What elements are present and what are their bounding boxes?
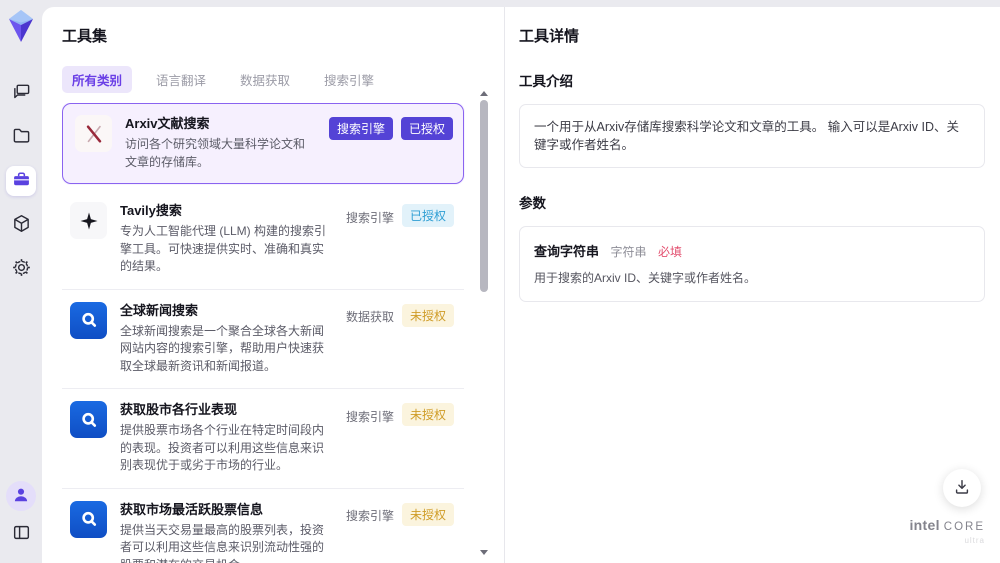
download-button[interactable] [943, 469, 981, 507]
scrollbar-thumb[interactable] [480, 100, 488, 292]
tool-card-stock-sector-performance[interactable]: 获取股市各行业表现 提供股票市场各个行业在特定时间段内的表现。投资者可以利用这些… [62, 389, 464, 489]
intel-core-logo: intel CORE ultra [909, 517, 985, 545]
tool-description: 访问各个研究领域大量科学论文和文章的存储库。 [125, 137, 306, 169]
category-badge: 搜索引擎 [328, 117, 393, 140]
sidebar-item-files[interactable] [6, 122, 36, 152]
core-brand-text: CORE [943, 521, 985, 533]
parameter-description: 用于搜索的Arxiv ID、关键字或作者姓名。 [534, 271, 757, 285]
sidebar-item-account[interactable] [6, 481, 36, 511]
intro-heading: 工具介绍 [519, 74, 573, 89]
tool-card-arxiv-search[interactable]: Arxiv文献搜索 访问各个研究领域大量科学论文和文章的存储库。 搜索引擎 已授… [62, 103, 464, 184]
category-label: 搜索引擎 [345, 409, 394, 424]
app-sidebar [0, 0, 42, 563]
tool-name: Arxiv文献搜索 [125, 116, 210, 131]
news-search-logo-icon [70, 301, 107, 339]
gear-icon [12, 258, 31, 280]
tool-description: 提供当天交易量最高的股票列表，投资者可以利用这些信息来识别流动性强的股票和潜在的… [120, 522, 325, 563]
tool-intro-box: 一个用于从Arxiv存储库搜索科学论文和文章的工具。 输入可以是Arxiv ID… [519, 104, 985, 168]
ultra-brand-text: ultra [964, 536, 985, 545]
tool-list: Arxiv文献搜索 访问各个研究领域大量科学论文和文章的存储库。 搜索引擎 已授… [62, 103, 504, 563]
folder-icon [12, 126, 31, 148]
sidebar-item-models[interactable] [6, 210, 36, 240]
tool-card-tavily-search[interactable]: Tavily搜索 专为人工智能代理 (LLM) 构建的搜索引擎工具。可快速提供实… [62, 190, 464, 290]
tab-data-fetch[interactable]: 数据获取 [230, 66, 300, 93]
list-scrollbar[interactable] [480, 91, 488, 555]
toolbox-icon [12, 170, 31, 192]
tool-name: 获取市场最活跃股票信息 [120, 501, 264, 517]
category-label: 数据获取 [345, 310, 394, 324]
download-icon [953, 478, 971, 499]
user-icon [12, 486, 30, 507]
tool-card-most-active-stocks[interactable]: 获取市场最活跃股票信息 提供当天交易量最高的股票列表，投资者可以利用这些信息来识… [62, 488, 464, 563]
auth-status-badge: 未授权 [401, 303, 454, 327]
sidebar-item-settings[interactable] [6, 254, 36, 284]
detail-title: 工具详情 [519, 28, 580, 45]
tool-list-panel: 工具集 所有类别 语言翻译 数据获取 搜索引擎 Arxiv文献搜索 访问各个研究… [42, 7, 504, 563]
auth-status-badge: 未授权 [401, 403, 454, 426]
tool-description: 提供股票市场各个行业在特定时间段内的表现。投资者可以利用这些信息来识别表现优于或… [120, 423, 325, 472]
intel-brand-text: intel [909, 517, 940, 533]
params-heading: 参数 [519, 196, 546, 211]
scroll-down-arrow-icon[interactable] [480, 550, 488, 555]
tab-search-engine[interactable]: 搜索引擎 [314, 66, 384, 93]
tool-name: Tavily搜索 [120, 203, 182, 218]
parameter-card: 查询字符串 字符串 必填 用于搜索的Arxiv ID、关键字或作者姓名。 [519, 226, 985, 302]
sidebar-item-panel-toggle[interactable] [6, 519, 36, 549]
parameter-type: 字符串 [610, 245, 647, 259]
page-title: 工具集 [62, 28, 108, 45]
app-logo-icon [5, 8, 37, 44]
tab-language-translation[interactable]: 语言翻译 [146, 66, 216, 93]
scroll-up-arrow-icon[interactable] [480, 91, 488, 96]
tool-detail-panel: 工具详情 工具介绍 一个用于从Arxiv存储库搜索科学论文和文章的工具。 输入可… [505, 7, 1000, 563]
tavily-star-icon [70, 202, 107, 239]
panel-toggle-icon [12, 523, 31, 545]
category-label: 搜索引擎 [345, 210, 394, 225]
auth-status-badge: 已授权 [400, 117, 453, 140]
parameter-name: 查询字符串 [534, 244, 600, 259]
parameter-required-flag: 必填 [657, 245, 682, 259]
category-label: 搜索引擎 [345, 509, 394, 523]
tool-description: 专为人工智能代理 (LLM) 构建的搜索引擎工具。可快速提供实时、准确和真实的结… [120, 224, 327, 273]
main-content: 工具集 所有类别 语言翻译 数据获取 搜索引擎 Arxiv文献搜索 访问各个研究… [42, 7, 1000, 563]
cube-icon [12, 214, 31, 236]
sidebar-item-tools[interactable] [6, 166, 36, 196]
sidebar-item-chat[interactable] [6, 78, 36, 108]
tool-description: 全球新闻搜索是一个聚合全球各大新闻网站内容的搜索引擎，帮助用户快速获取全球最新资… [120, 323, 325, 373]
arxiv-logo-icon [75, 115, 112, 152]
tool-name: 全球新闻搜索 [120, 302, 199, 318]
category-tabs: 所有类别 语言翻译 数据获取 搜索引擎 [62, 66, 504, 93]
auth-status-badge: 未授权 [401, 502, 454, 526]
tab-all-categories[interactable]: 所有类别 [62, 66, 133, 93]
chat-icon [12, 82, 31, 104]
tool-name: 获取股市各行业表现 [120, 402, 238, 417]
news-search-logo-icon [70, 500, 107, 538]
news-search-logo-icon [70, 401, 107, 438]
parameter-header: 查询字符串 字符串 必填 [534, 241, 970, 261]
auth-status-badge: 已授权 [401, 204, 454, 227]
tool-card-global-news-search[interactable]: 全球新闻搜索 全球新闻搜索是一个聚合全球各大新闻网站内容的搜索引擎，帮助用户快速… [62, 289, 464, 389]
